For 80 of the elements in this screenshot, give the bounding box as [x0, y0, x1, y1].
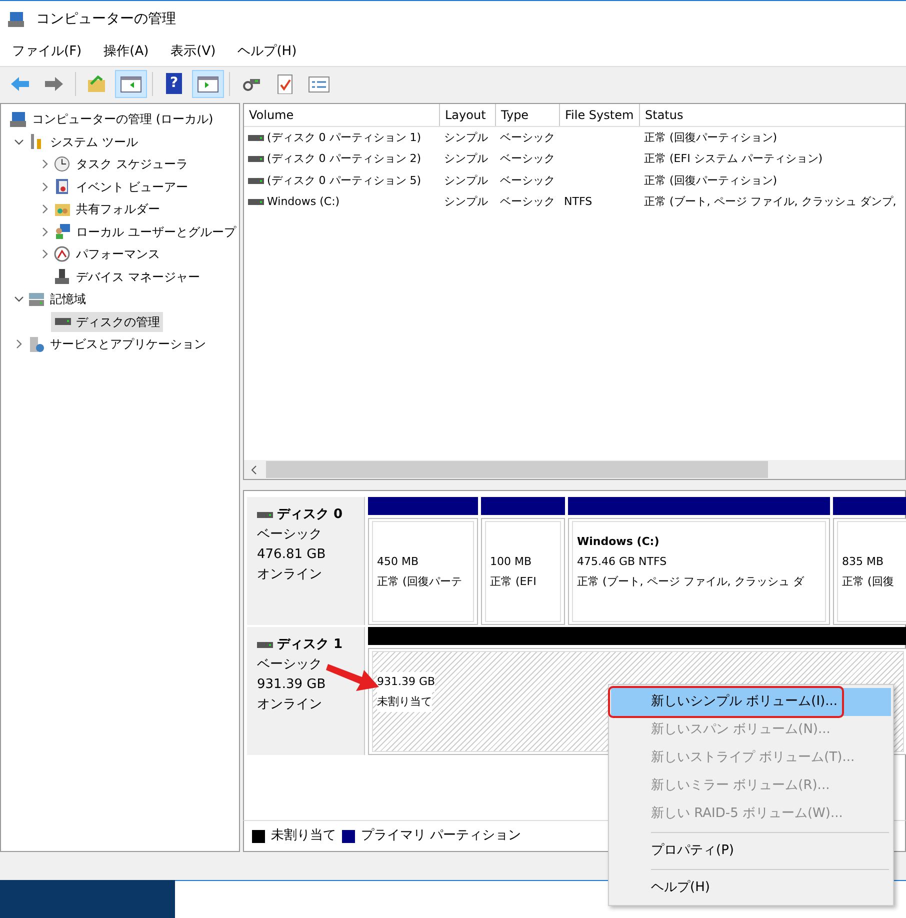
tree-item[interactable]: システム ツール [25, 132, 141, 152]
disk-type: ベーシック [257, 526, 323, 544]
table-cell-text: 正常 (回復パーティション) [644, 172, 778, 188]
column-header[interactable]: Status [640, 104, 905, 126]
disk-type: ベーシック [257, 656, 323, 674]
tree-pane-icon [120, 74, 142, 94]
disk-name: ディスク 1 [277, 636, 343, 654]
device-icon [54, 268, 71, 286]
disk-drive-icon [248, 154, 264, 164]
menu-item[interactable]: 新しいシンプル ボリューム(I)... [611, 688, 891, 716]
users-icon [54, 223, 71, 240]
tree-item[interactable]: サービスとアプリケーション [25, 334, 209, 354]
disk-drive-icon [248, 132, 264, 143]
tree-item[interactable]: デバイス マネージャー [51, 266, 203, 287]
table-cell-text: シンプル [444, 151, 488, 167]
disk-drive-icon [248, 197, 264, 208]
tree-item[interactable]: ローカル ユーザーとグループ [51, 222, 239, 242]
computer-icon [10, 110, 27, 128]
checklist-icon [308, 74, 330, 94]
table-cell-text: (ディスク 0 パーティション 5) [267, 172, 422, 188]
help-icon: ? [166, 73, 182, 94]
table-cell-text: (ディスク 0 パーティション 1) [267, 130, 422, 146]
folder-icon [86, 74, 108, 94]
menu-item[interactable]: 表示(V) [170, 42, 216, 62]
disk-name: ディスク 0 [277, 506, 343, 524]
server-gear-icon [28, 336, 45, 353]
table-cell-text: ベーシック [500, 172, 555, 188]
gauge-icon [54, 246, 71, 263]
storage-icon [28, 290, 45, 308]
table-cell-text: 正常 (EFI システム パーティション) [644, 151, 823, 167]
tree-item[interactable]: タスク スケジューラ [51, 154, 191, 174]
tree-item[interactable]: パフォーマンス [51, 244, 163, 264]
table-cell-text: (ディスク 0 パーティション 2) [267, 151, 422, 167]
table-cell-text: Windows (C:) [267, 194, 340, 210]
clock-icon [54, 156, 71, 173]
horizontal-scrollbar[interactable] [244, 460, 905, 479]
tree-item[interactable]: コンピューターの管理 (ローカル) [7, 109, 216, 130]
toolbar-button[interactable]: ? [158, 70, 190, 98]
scroll-left-icon [250, 464, 258, 474]
partition-status: 未割り当て [377, 692, 432, 712]
table-cell-text: シンプル [444, 194, 488, 210]
disk-size: 931.39 GB [257, 676, 327, 694]
table-cell-text: シンプル [444, 172, 488, 188]
toolbar-button[interactable] [115, 70, 147, 98]
tree-item[interactable]: ディスクの管理 [51, 312, 163, 332]
disk-label-panel[interactable]: ディスク 0 ベーシック 476.81 GB オンライン [247, 497, 365, 625]
table-cell-text: 正常 (ブート, ページ ファイル, クラッシュ ダンプ, [644, 194, 896, 210]
disk-label-panel[interactable]: ディスク 1 ベーシック 931.39 GB オンライン [247, 627, 365, 755]
partition-name: Windows (C:) [577, 535, 660, 548]
action-pane-icon [197, 74, 219, 94]
column-header[interactable]: Volume [244, 104, 440, 126]
disk-size: 476.81 GB [257, 546, 327, 564]
table-cell-text: ベーシック [500, 151, 555, 167]
tree-item[interactable]: イベント ビューアー [51, 176, 191, 197]
tree-item[interactable]: 共有フォルダー [51, 199, 163, 220]
window-title: コンピューターの管理 [36, 10, 176, 29]
column-header[interactable]: File System [560, 104, 640, 126]
disk-drive-icon [257, 510, 273, 520]
legend-label: 未割り当て [271, 827, 336, 846]
table-cell-text: ベーシック [500, 130, 555, 146]
disk-drive-icon [257, 640, 273, 650]
legend-label: プライマリ パーティション [361, 827, 522, 846]
menu-item[interactable]: ファイル(F) [12, 42, 82, 62]
partition-size: 931.39 GB [377, 672, 436, 692]
table-cell-text: シンプル [444, 130, 488, 146]
log-book-icon [54, 178, 71, 196]
table-cell-text: NTFS [564, 194, 592, 210]
toolbar-button[interactable] [192, 70, 224, 98]
table-cell-text: 正常 (回復パーティション) [644, 130, 778, 146]
disk-status: オンライン [257, 696, 323, 714]
column-header[interactable]: Layout [440, 104, 496, 126]
tree-item[interactable]: 記憶域 [25, 289, 89, 310]
disk-status: オンライン [257, 566, 323, 584]
menu-item[interactable]: ヘルプ(H) [238, 42, 297, 62]
menu-item[interactable]: ヘルプ(H) [611, 874, 891, 902]
table-cell-text: ベーシック [500, 194, 555, 210]
disk-drive-icon [248, 176, 264, 186]
column-header[interactable]: Type [496, 104, 560, 126]
menu-item[interactable]: プロパティ(P) [611, 837, 891, 865]
menu-item[interactable]: 操作(A) [104, 42, 149, 62]
